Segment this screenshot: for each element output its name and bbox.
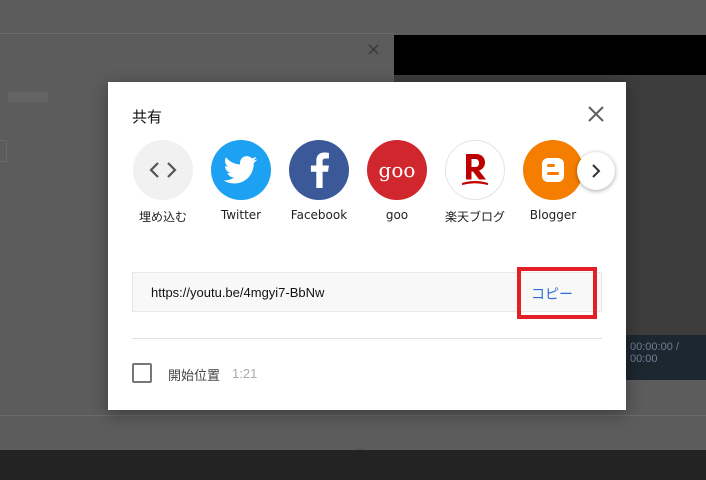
share-twitter-label: Twitter bbox=[220, 208, 262, 222]
share-embed-label: 埋め込む bbox=[138, 210, 187, 224]
share-rakuten-label: 楽天ブログ bbox=[444, 210, 505, 224]
start-at-checkbox[interactable] bbox=[132, 363, 152, 383]
dialog-title: 共有 bbox=[132, 108, 163, 126]
share-goo-label: goo bbox=[385, 208, 409, 222]
goo-logo-text: goo bbox=[378, 158, 416, 182]
goo-logo-icon: goo bbox=[367, 140, 427, 200]
twitter-bird-icon bbox=[211, 140, 271, 200]
start-at-time: 1:21 bbox=[232, 366, 258, 381]
background-bottom-bar bbox=[0, 415, 706, 451]
background-divider bbox=[0, 33, 394, 34]
share-targets: 埋め込む Twitter Facebook goo goo 楽天ブログ Blog… bbox=[132, 140, 602, 230]
facebook-f-icon bbox=[289, 140, 349, 200]
blogger-b-icon bbox=[523, 140, 583, 200]
close-icon[interactable] bbox=[584, 102, 608, 126]
share-goo-button[interactable]: goo goo bbox=[358, 140, 436, 222]
dialog-divider bbox=[132, 338, 602, 339]
background-placeholder bbox=[0, 140, 7, 162]
share-next-button[interactable] bbox=[577, 152, 615, 190]
background-footer bbox=[0, 450, 706, 480]
background-placeholder bbox=[8, 92, 48, 102]
rakuten-r-icon bbox=[445, 140, 505, 200]
share-embed-button[interactable]: 埋め込む bbox=[124, 140, 202, 225]
share-rakuten-button[interactable]: 楽天ブログ bbox=[436, 140, 514, 225]
share-twitter-button[interactable]: Twitter bbox=[202, 140, 280, 222]
embed-code-icon bbox=[133, 140, 193, 200]
start-at-label: 開始位置 bbox=[168, 369, 221, 384]
background-close-icon: × bbox=[366, 39, 382, 60]
chevron-right-icon bbox=[592, 164, 601, 178]
share-url-text: https://youtu.be/4mgyi7-BbNw bbox=[151, 285, 325, 300]
share-facebook-label: Facebook bbox=[290, 208, 348, 222]
share-blogger-label: Blogger bbox=[529, 208, 577, 222]
share-dialog: 共有 埋め込む Twitter Facebook goo goo 楽天ブログ B… bbox=[108, 82, 626, 410]
share-facebook-button[interactable]: Facebook bbox=[280, 140, 358, 222]
copy-button[interactable]: コピー bbox=[531, 284, 573, 304]
background-video-time: 00:00:00 / 00:00 bbox=[630, 341, 679, 365]
background-video-header bbox=[394, 35, 706, 75]
